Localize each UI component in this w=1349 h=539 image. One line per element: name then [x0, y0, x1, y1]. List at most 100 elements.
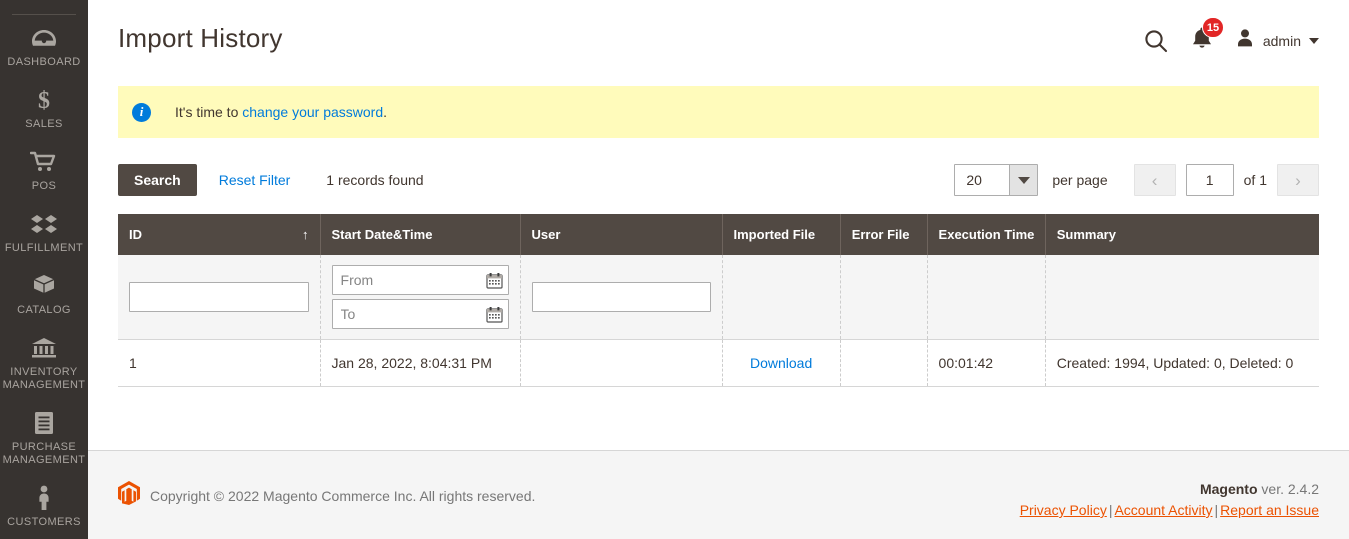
sidebar-item-label: CUSTOMERS — [7, 516, 81, 528]
admin-label: admin — [1262, 32, 1301, 49]
filter-date-from — [331, 265, 509, 295]
filter-cell-id — [118, 255, 321, 340]
calendar-icon[interactable] — [486, 305, 504, 323]
page-number-input[interactable] — [1185, 164, 1234, 196]
filter-date-from-input[interactable] — [331, 265, 509, 295]
package-box-icon — [29, 273, 59, 299]
sidebar-item-label: FULFILLMENT — [4, 242, 84, 254]
sidebar-item-label: DASHBOARD — [7, 56, 81, 68]
account-activity-link[interactable]: Account Activity — [1114, 502, 1212, 518]
sidebar-item-label: SALES — [25, 118, 63, 130]
filter-cell-summary — [1045, 255, 1319, 340]
notice-suffix: . — [383, 104, 388, 120]
column-header-execution-time[interactable]: Execution Time — [927, 214, 1046, 255]
sidebar-item-fulfillment[interactable]: FULFILLMENT — [0, 201, 88, 263]
column-header-summary[interactable]: Summary — [1045, 214, 1319, 255]
sidebar-item-pos[interactable]: POS — [0, 139, 88, 201]
sidebar: DASHBOARD $ SALES POS FULFILLMENT CATALO… — [0, 0, 88, 539]
sidebar-item-dashboard[interactable]: DASHBOARD — [0, 15, 88, 77]
per-page-label: per page — [1052, 172, 1108, 188]
filter-cell-imported-file — [722, 255, 841, 340]
filter-id-input[interactable] — [129, 282, 309, 312]
shopping-cart-icon — [29, 149, 59, 175]
filter-cell-execution-time — [927, 255, 1046, 340]
copyright-text: Copyright © 2022 Magento Commerce Inc. A… — [150, 487, 536, 504]
sidebar-item-label: CATALOG — [17, 304, 71, 316]
filter-cell-error-file — [840, 255, 928, 340]
notice-text: It's time to change your password. — [175, 103, 387, 121]
table-header: ID ↑ Start Date&Time User Imported File E… — [118, 214, 1319, 255]
table-row[interactable]: 1 Jan 28, 2022, 8:04:31 PM Download 00:0… — [118, 339, 1319, 387]
svg-text:$: $ — [38, 88, 50, 113]
download-link[interactable]: Download — [750, 355, 812, 371]
next-page-button[interactable]: › — [1277, 164, 1319, 196]
admin-page: DASHBOARD $ SALES POS FULFILLMENT CATALO… — [0, 0, 1349, 539]
chevron-down-icon — [1009, 165, 1038, 195]
sidebar-item-sales[interactable]: $ SALES — [0, 77, 88, 139]
records-found-label: 1 records found — [326, 172, 424, 188]
sidebar-item-purchase-management[interactable]: PURCHASE MANAGEMENT — [0, 400, 88, 475]
per-page-value: 20 — [966, 172, 982, 188]
cell-execution-time: 00:01:42 — [927, 339, 1046, 387]
toolbar-left: Search Reset Filter 1 records found — [118, 164, 424, 196]
footer-links: Privacy Policy | Account Activity | Report a… — [1020, 502, 1319, 518]
notice-prefix: It's time to — [175, 104, 243, 120]
column-label: User — [531, 227, 561, 242]
sidebar-item-label: POS — [31, 180, 57, 192]
user-avatar-icon — [1235, 28, 1255, 53]
person-icon — [29, 485, 59, 511]
document-list-icon — [29, 410, 59, 436]
page-footer: Copyright © 2022 Magento Commerce Inc. A… — [88, 450, 1349, 539]
info-icon: i — [132, 102, 151, 122]
grid-toolbar: Search Reset Filter 1 records found 20 p… — [118, 138, 1319, 214]
sidebar-item-catalog[interactable]: CATALOG — [0, 263, 88, 325]
change-password-link[interactable]: change your password — [242, 104, 383, 120]
chevron-right-icon: › — [1295, 170, 1301, 190]
main-content: Import History 15 admin i It's time to c… — [88, 0, 1349, 539]
toolbar-right: 20 per page ‹ of 1 › — [954, 164, 1319, 196]
column-header-user[interactable]: User — [520, 214, 723, 255]
column-header-start-datetime[interactable]: Start Date&Time — [320, 214, 521, 255]
page-title: Import History — [118, 23, 283, 53]
column-label: Imported File — [733, 227, 816, 242]
sidebar-item-label: INVENTORY MANAGEMENT — [2, 366, 86, 391]
magento-logo-icon — [118, 481, 140, 510]
table-body: 1 Jan 28, 2022, 8:04:31 PM Download 00:0… — [118, 255, 1319, 387]
filter-date-to-input[interactable] — [331, 299, 509, 329]
column-label: ID — [129, 227, 142, 242]
version-label: Magento ver. 2.4.2 — [1020, 481, 1319, 497]
filter-cell-date — [320, 255, 521, 340]
dashboard-gauge-icon — [29, 25, 59, 51]
privacy-policy-link[interactable]: Privacy Policy — [1020, 502, 1107, 518]
column-header-id[interactable]: ID ↑ — [118, 214, 321, 255]
column-label: Execution Time — [938, 227, 1035, 242]
filter-cell-user — [520, 255, 723, 340]
report-an-issue-link[interactable]: Report an Issue — [1220, 502, 1319, 518]
previous-page-button[interactable]: ‹ — [1133, 164, 1176, 196]
chevron-left-icon: ‹ — [1151, 170, 1158, 190]
search-button[interactable]: Search — [118, 164, 197, 196]
column-label: Start Date&Time — [331, 227, 433, 242]
grid-wrapper: Search Reset Filter 1 records found 20 p… — [118, 138, 1319, 387]
filter-user-input[interactable] — [531, 282, 711, 312]
cell-start-datetime: Jan 28, 2022, 8:04:31 PM — [320, 339, 521, 387]
sidebar-item-inventory-management[interactable]: INVENTORY MANAGEMENT — [0, 325, 88, 400]
pager: ‹ of 1 › — [1133, 164, 1319, 196]
sidebar-item-customers[interactable]: CUSTOMERS — [0, 475, 88, 537]
column-header-imported-file[interactable]: Imported File — [722, 214, 841, 255]
total-pages-label: of 1 — [1243, 172, 1267, 188]
reset-filter-link[interactable]: Reset Filter — [219, 172, 291, 188]
cell-summary: Created: 1994, Updated: 0, Deleted: 0 — [1045, 339, 1319, 387]
sidebar-item-label: PURCHASE MANAGEMENT — [2, 441, 86, 466]
notifications-button[interactable]: 15 — [1191, 17, 1225, 55]
column-header-error-file[interactable]: Error File — [840, 214, 928, 255]
per-page-select[interactable]: 20 — [954, 164, 1039, 196]
column-label: Error File — [851, 227, 910, 242]
bank-building-icon — [29, 335, 59, 361]
search-icon[interactable] — [1143, 28, 1169, 54]
admin-menu[interactable]: admin — [1235, 28, 1319, 53]
boxes-stack-icon — [29, 211, 59, 237]
cell-id: 1 — [118, 339, 321, 387]
import-history-table: ID ↑ Start Date&Time User Imported File E… — [118, 214, 1319, 387]
calendar-icon[interactable] — [486, 271, 504, 289]
